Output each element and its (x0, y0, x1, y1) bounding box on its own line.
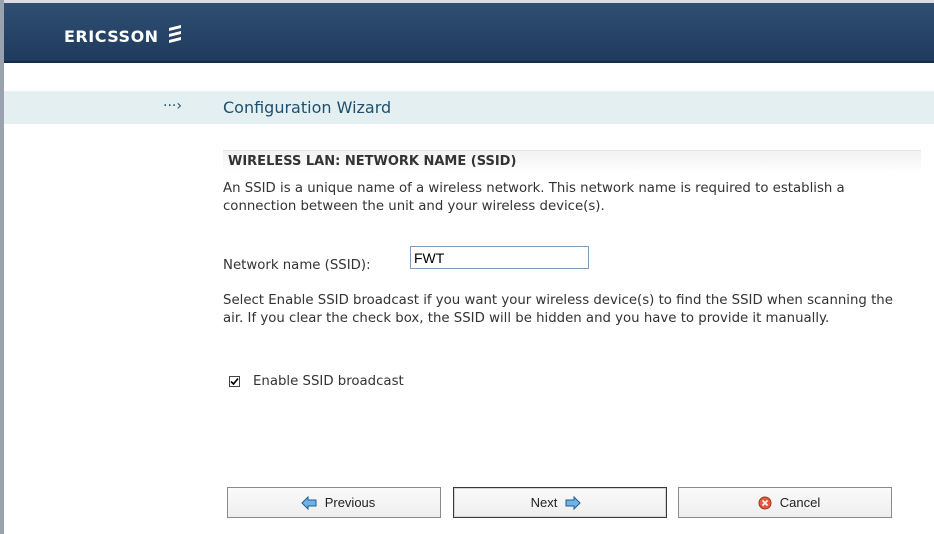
broadcast-checkbox[interactable] (229, 376, 240, 387)
broadcast-label[interactable]: Enable SSID broadcast (253, 374, 404, 389)
ericsson-logo-icon (167, 24, 183, 48)
ssid-input[interactable] (410, 246, 589, 269)
check-icon (230, 377, 239, 386)
previous-label: Previous (324, 495, 376, 510)
brand-name: ERICSSON (64, 26, 159, 46)
brand-logo: ERICSSON (64, 24, 183, 48)
cancel-button[interactable]: Cancel (678, 487, 892, 518)
next-button[interactable]: Next (453, 487, 667, 518)
next-label: Next (530, 495, 558, 510)
arrow-right-icon (565, 495, 582, 510)
arrow-left-icon (300, 495, 317, 510)
left-border (0, 0, 4, 534)
broadcast-option: Enable SSID broadcast (229, 374, 404, 389)
wizard-arrow-icon: ···› (163, 98, 182, 114)
ssid-intro-text: An SSID is a unique name of a wireless n… (223, 181, 845, 214)
section-title: WIRELESS LAN: NETWORK NAME (SSID) (223, 150, 921, 172)
cancel-icon (758, 496, 772, 510)
previous-button[interactable]: Previous (227, 487, 441, 518)
ssid-label: Network name (SSID): (223, 258, 371, 273)
cancel-label: Cancel (779, 495, 821, 510)
wizard-title-bar (4, 91, 934, 124)
header-bar: ERICSSON (4, 3, 934, 63)
broadcast-help-text: Select Enable SSID broadcast if you want… (223, 293, 893, 326)
page-title: Configuration Wizard (223, 98, 392, 117)
